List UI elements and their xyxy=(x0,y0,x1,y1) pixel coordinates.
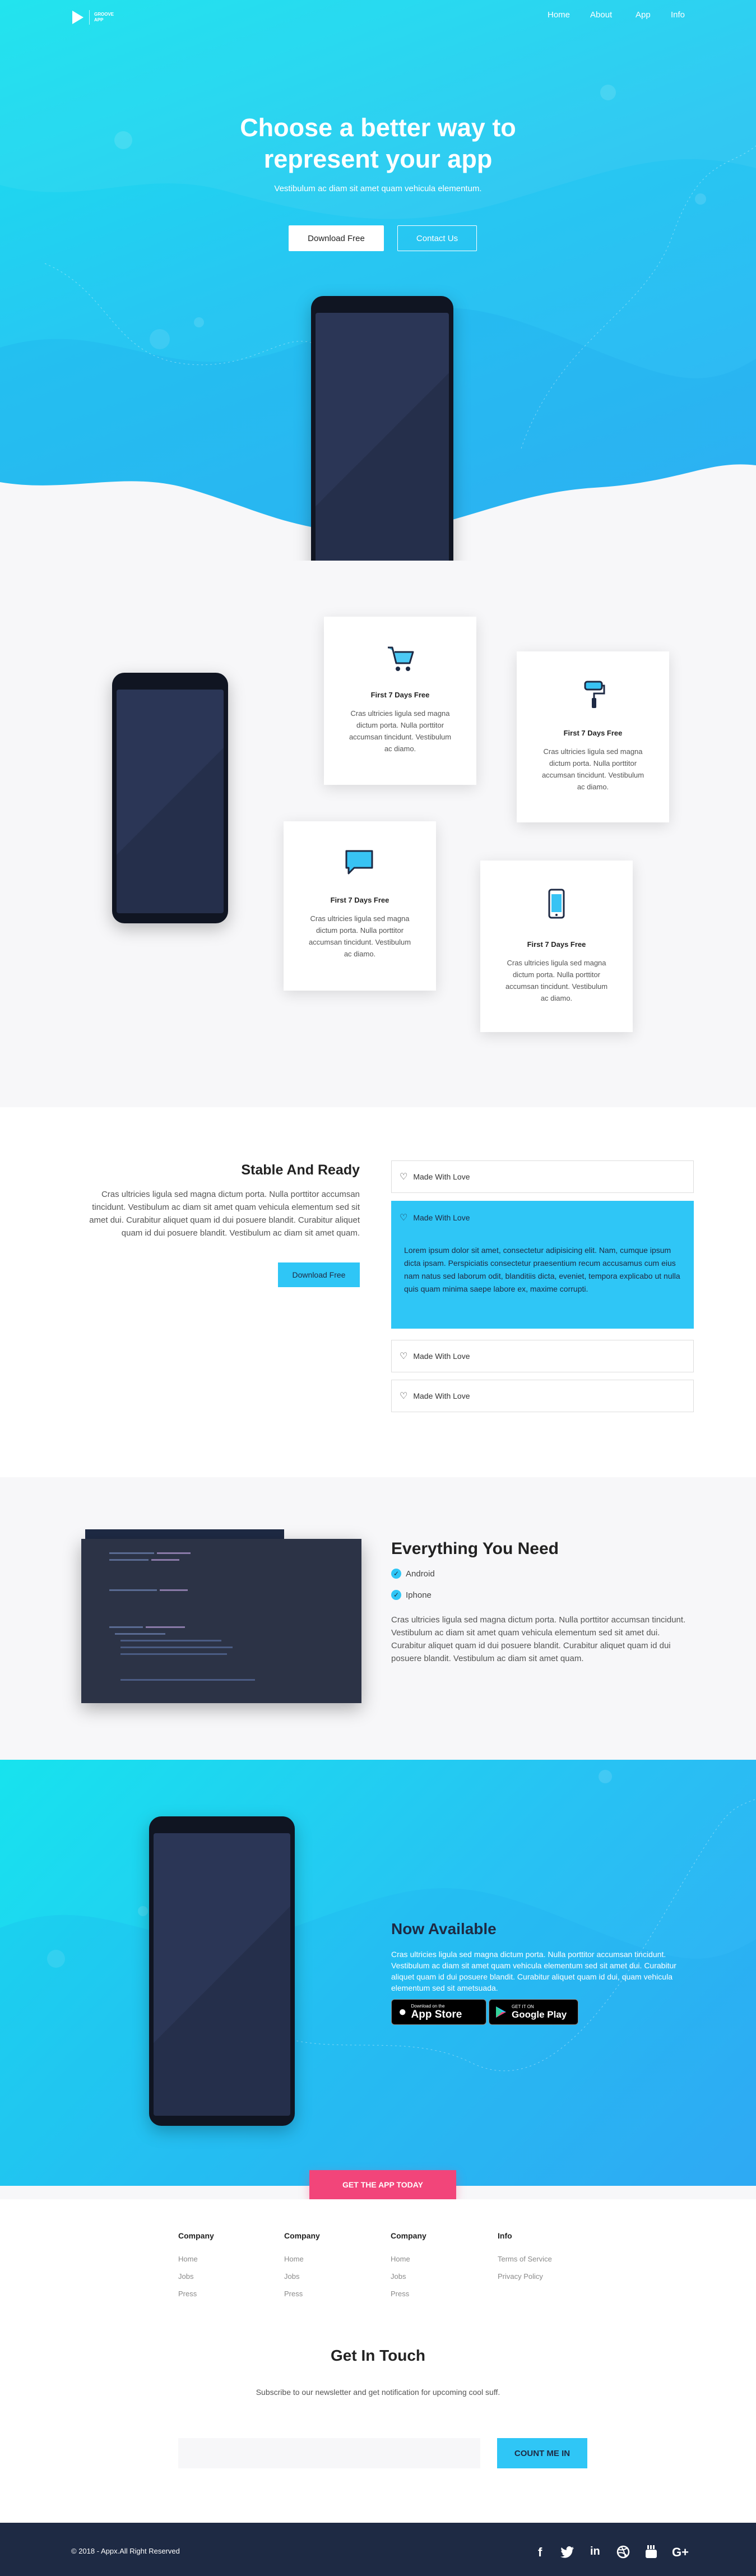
chat-icon xyxy=(284,847,436,880)
footer-col-heading: Company xyxy=(391,2231,426,2240)
check-icon: ✓ xyxy=(391,1590,401,1600)
facebook-icon[interactable]: f xyxy=(538,2545,542,2560)
footer-link-terms[interactable]: Terms of Service xyxy=(498,2255,552,2263)
footer-link-home[interactable]: Home xyxy=(284,2255,304,2263)
download-free-button[interactable]: Download Free xyxy=(289,225,384,251)
newsletter-subtitle: Subscribe to our newsletter and get noti… xyxy=(256,2388,500,2397)
available-phone-mockup xyxy=(149,1816,295,2126)
available-text: Cras ultricies ligula sed magna dictum p… xyxy=(391,1950,676,1992)
feature-item-android: ✓ Android xyxy=(391,1569,435,1579)
app-store-big: App Store xyxy=(411,2008,462,2020)
feature-item-label: Iphone xyxy=(406,1590,432,1600)
google-play-badge[interactable]: GET IT ON Google Play xyxy=(489,1999,578,2025)
logo[interactable]: GROOVE APP xyxy=(71,10,114,25)
accordion-label: Made With Love xyxy=(413,1391,470,1400)
google-play-big: Google Play xyxy=(512,2009,567,2020)
nav-home[interactable]: Home xyxy=(548,10,570,20)
accordion-item[interactable]: ♡ Made With Love xyxy=(391,1340,694,1372)
phone-icon xyxy=(480,887,633,921)
feature-title: First 7 Days Free xyxy=(370,691,430,699)
feature-card: First 7 Days Free Cras ultricies ligula … xyxy=(284,821,436,991)
check-icon: ✓ xyxy=(391,1569,401,1579)
phone-screen xyxy=(154,1833,290,2116)
newsletter-email-input[interactable] xyxy=(178,2438,480,2468)
google-plus-icon[interactable]: G+ xyxy=(672,2545,689,2560)
phone-screen xyxy=(117,690,224,913)
available-title: Now Available xyxy=(391,1920,497,1937)
accordion-item-open[interactable]: ♡ Made With Love Lorem ipsum dolor sit a… xyxy=(391,1201,694,1329)
footer-link-press[interactable]: Press xyxy=(391,2290,409,2298)
get-the-app-button[interactable]: GET THE APP TODAY xyxy=(309,2170,456,2199)
footer-link-press[interactable]: Press xyxy=(284,2290,303,2298)
accordion-item[interactable]: ♡ Made With Love xyxy=(391,1380,694,1412)
everything-title: Everything You Need xyxy=(391,1539,559,1558)
feature-item-iphone: ✓ Iphone xyxy=(391,1590,432,1600)
logo-text-line2: APP xyxy=(94,17,104,22)
heart-icon: ♡ xyxy=(400,1172,408,1182)
google-play-small: GET IT ON xyxy=(512,2004,534,2009)
dribbble-icon[interactable] xyxy=(616,2545,630,2561)
accordion-label: Made With Love xyxy=(413,1213,470,1222)
accordion-label: Made With Love xyxy=(413,1352,470,1361)
hero-phone-mockup xyxy=(311,296,453,561)
heart-icon: ♡ xyxy=(400,1391,408,1401)
play-logo-icon xyxy=(72,11,84,24)
accordion-body: Lorem ipsum dolor sit amet, consectetur … xyxy=(404,1246,680,1293)
footer-link-home[interactable]: Home xyxy=(178,2255,198,2263)
logo-text-line1: GROOVE xyxy=(94,12,114,17)
linkedin-icon[interactable]: in xyxy=(590,2545,600,2558)
newsletter-title: Get In Touch xyxy=(330,2347,426,2364)
feature-title: First 7 Days Free xyxy=(330,896,389,904)
hero-title: Choose a better way to represent your ap… xyxy=(0,112,756,175)
feature-card: First 7 Days Free Cras ultricies ligula … xyxy=(324,617,476,785)
phone-screen xyxy=(316,313,449,561)
stable-text: Cras ultricies ligula sed magna dictum p… xyxy=(89,1190,360,1238)
feature-card: First 7 Days Free Cras ultricies ligula … xyxy=(517,651,669,822)
twitter-icon[interactable] xyxy=(560,2546,575,2561)
accordion-label: Made With Love xyxy=(413,1172,470,1181)
apple-icon: ● xyxy=(398,2004,407,2019)
footer-col-heading: Info xyxy=(498,2231,512,2240)
footer-link-privacy[interactable]: Privacy Policy xyxy=(498,2272,543,2281)
cart-icon xyxy=(324,642,476,676)
nav-app[interactable]: App xyxy=(636,10,651,20)
hero-subtitle: Vestibulum ac diam sit amet quam vehicul… xyxy=(274,184,482,193)
footer-link-home[interactable]: Home xyxy=(391,2255,410,2263)
nav-info[interactable]: Info xyxy=(671,10,685,20)
heart-icon: ♡ xyxy=(400,1352,408,1361)
app-store-small: Download on the xyxy=(411,2003,445,2009)
feature-text: Cras ultricies ligula sed magna dictum p… xyxy=(308,914,411,958)
footer-link-jobs[interactable]: Jobs xyxy=(391,2272,406,2281)
stable-download-button[interactable]: Download Free xyxy=(278,1262,360,1287)
code-window-illustration xyxy=(81,1539,361,1703)
feature-text: Cras ultricies ligula sed magna dictum p… xyxy=(349,709,452,753)
hero-section: GROOVE APP Home About App Info Choose a … xyxy=(0,0,756,561)
stable-title: Stable And Ready xyxy=(241,1162,360,1178)
feature-item-label: Android xyxy=(406,1569,435,1579)
heart-icon: ♡ xyxy=(400,1213,408,1223)
contact-us-button[interactable]: Contact Us xyxy=(397,225,477,251)
copyright: © 2018 - Appx.All Right Reserved xyxy=(71,2547,180,2555)
app-store-badge[interactable]: ● Download on the App Store xyxy=(391,1999,486,2025)
hero-title-line1: Choose a better way to xyxy=(240,113,516,142)
nav-about[interactable]: About xyxy=(590,10,612,20)
count-me-in-button[interactable]: COUNT ME IN xyxy=(497,2438,587,2468)
footer-link-jobs[interactable]: Jobs xyxy=(178,2272,193,2281)
footer-link-press[interactable]: Press xyxy=(178,2290,197,2298)
feature-title: First 7 Days Free xyxy=(527,940,586,949)
everything-text: Cras ultricies ligula sed magna dictum p… xyxy=(391,1615,686,1663)
google-play-icon xyxy=(496,2006,506,2018)
youtube-icon[interactable] xyxy=(644,2545,658,2562)
footer-link-jobs[interactable]: Jobs xyxy=(284,2272,299,2281)
hero-title-line2: represent your app xyxy=(263,145,493,173)
feature-text: Cras ultricies ligula sed magna dictum p… xyxy=(505,959,608,1002)
paint-roller-icon xyxy=(517,678,669,712)
feature-text: Cras ultricies ligula sed magna dictum p… xyxy=(541,747,644,791)
footer-col-heading: Company xyxy=(178,2231,214,2240)
feature-title: First 7 Days Free xyxy=(563,729,623,737)
accordion-item[interactable]: ♡ Made With Love xyxy=(391,1160,694,1193)
features-phone-mockup xyxy=(112,673,228,923)
feature-card: First 7 Days Free Cras ultricies ligula … xyxy=(480,861,633,1032)
footer-col-heading: Company xyxy=(284,2231,320,2240)
